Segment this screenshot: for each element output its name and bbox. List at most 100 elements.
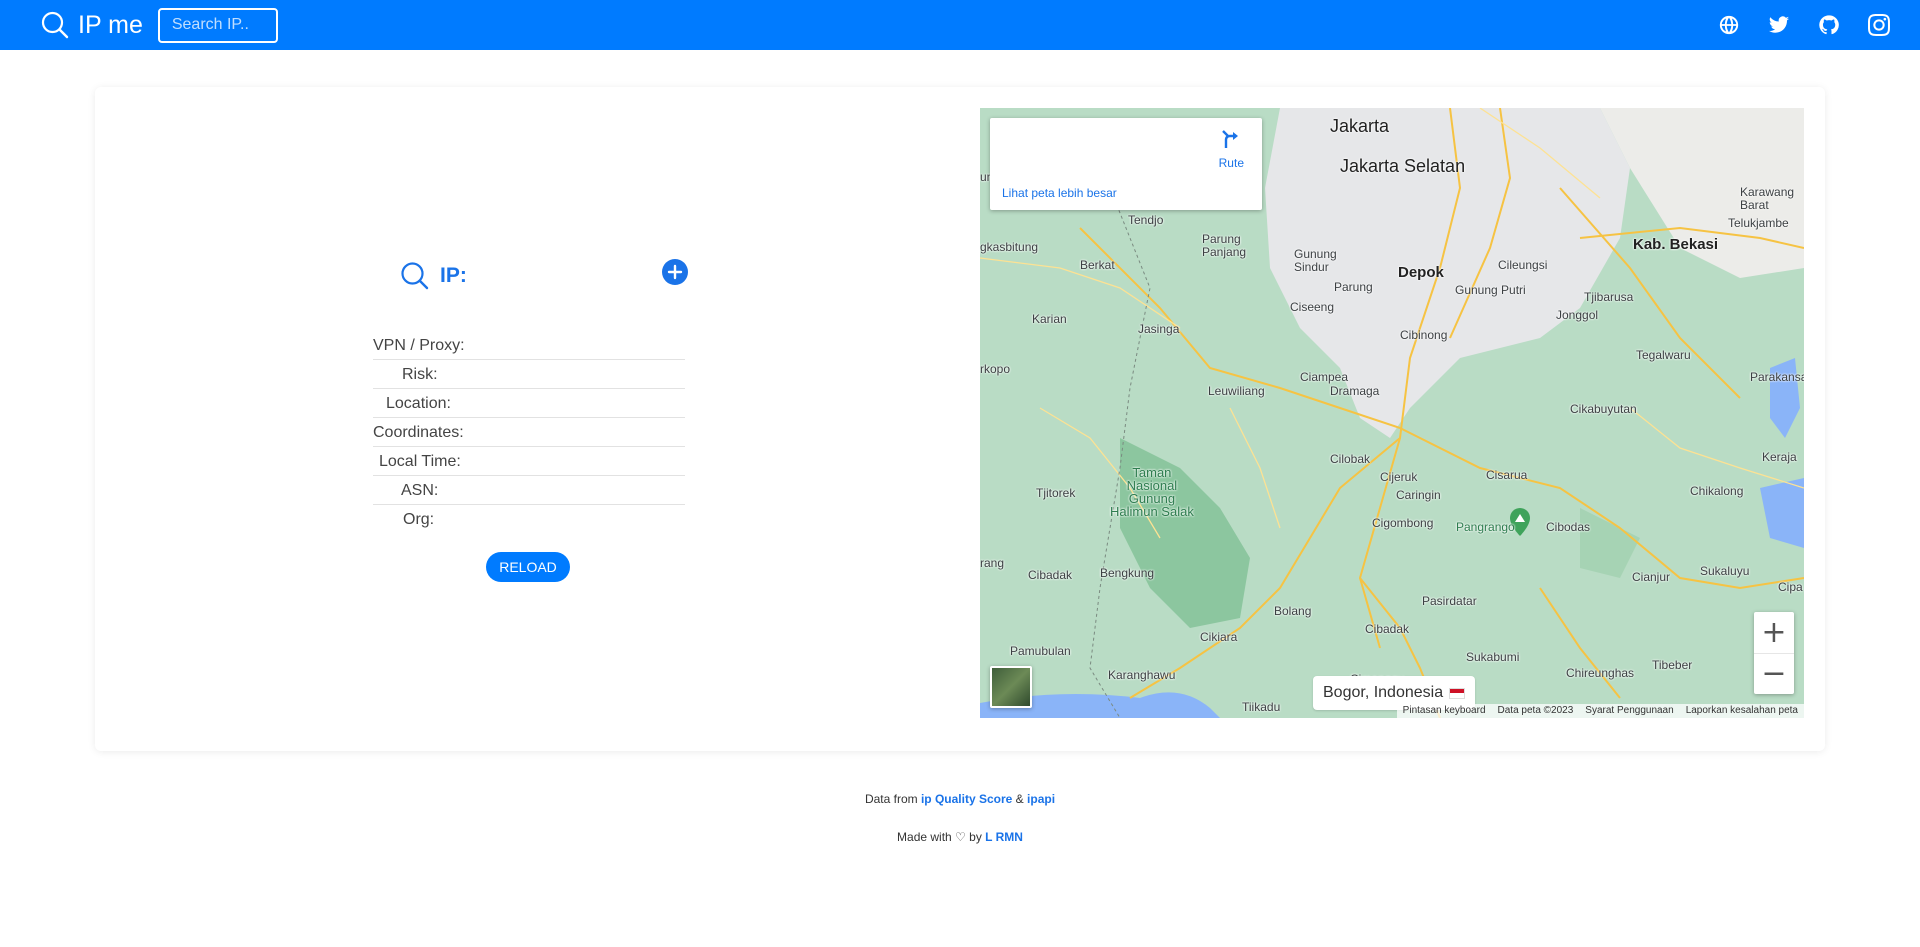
map-label-parung: Parung (1334, 280, 1373, 294)
map-label-sukaluyu: Sukaluyu (1700, 564, 1750, 578)
info-row-asn: ASN: (373, 476, 685, 505)
directions-icon[interactable] (1220, 128, 1242, 150)
ip-search-icon (401, 262, 429, 290)
terms-link[interactable]: Syarat Penggunaan (1585, 705, 1673, 717)
nav-icons (1690, 0, 1890, 50)
map-label-bolang: Bolang (1274, 604, 1312, 618)
github-icon[interactable] (1818, 14, 1840, 36)
zoom-in-button[interactable]: + (1754, 612, 1794, 653)
zoom-in-icon: + (1761, 614, 1787, 650)
map-label-cibadak-east: Cibadak (1365, 622, 1410, 636)
map-label-depok: Depok (1398, 264, 1444, 281)
route-link[interactable]: Rute (1219, 156, 1244, 170)
location-text: Bogor, Indonesia (1323, 684, 1444, 701)
map-label-jakarta-selatan: Jakarta Selatan (1340, 156, 1466, 176)
ipapi-link[interactable]: ipapi (1027, 792, 1055, 806)
plus-icon (667, 264, 683, 280)
footer-data-source: Data from ip Quality Score & ipapi (0, 792, 1920, 806)
map-label-jasinga: Jasinga (1138, 322, 1180, 336)
map-label-rang: rang (980, 556, 1005, 570)
map-label-tegalwaru: Tegalwaru (1636, 348, 1691, 362)
map-label-gkasbitung: gkasbitung (980, 240, 1039, 254)
location-label: Location: (386, 395, 451, 412)
map-label-karawang-barat: Karawang Barat (1740, 185, 1795, 212)
reload-button[interactable]: RELOAD (486, 552, 570, 582)
map-label-jonggol: Jonggol (1556, 308, 1599, 322)
coordinates-label: Coordinates: (373, 424, 464, 441)
map-label-tjitorek: Tjitorek (1036, 486, 1076, 500)
instagram-icon[interactable] (1868, 14, 1890, 36)
map-label-telukjambe: Telukjambe (1728, 216, 1789, 230)
info-row-location: Location: (373, 389, 685, 418)
map-label-parakansa: Parakansa (1750, 370, 1804, 384)
add-button[interactable] (662, 259, 688, 285)
report-error-link[interactable]: Laporkan kesalahan peta (1686, 705, 1798, 717)
zoom-out-button[interactable]: − (1754, 653, 1794, 694)
map-label-cianjur: Cianjur (1632, 570, 1671, 584)
map-label-tendjo: Tendjo (1128, 213, 1164, 227)
map-label-cisarua: Cisarua (1486, 468, 1528, 482)
map-data-text: Data peta ©2023 (1497, 705, 1574, 716)
map-embed[interactable]: Jakarta Jakarta Selatan Depok Kab. Bekas… (980, 108, 1804, 718)
footer-credit: Made with ♡ by L RMN (0, 830, 1920, 844)
map-label-cigombong: Cigombong (1372, 516, 1434, 530)
info-row-vpn: VPN / Proxy: (373, 331, 685, 360)
info-row-org: Org: (373, 505, 685, 534)
search-input[interactable] (157, 7, 278, 43)
map-label-gunung-putri: Gunung Putri (1455, 283, 1526, 297)
map-label-rkopo: rkopo (980, 362, 1011, 376)
map-label-keraja: Keraja (1762, 450, 1797, 464)
map-label-dramaga: Dramaga (1330, 384, 1380, 398)
map-label-karian: Karian (1032, 312, 1067, 326)
map-label-berkat: Berkat (1080, 258, 1115, 272)
globe-icon[interactable] (1718, 14, 1740, 36)
map-label-bengkung: Bengkung (1100, 566, 1155, 580)
keyboard-shortcuts-link[interactable]: Pintasan keyboard (1403, 705, 1486, 717)
map-label-chireunghas: Chireunghas (1566, 666, 1635, 680)
map-label-cijeruk: Cijeruk (1380, 470, 1418, 484)
map-label-sukabumi: Sukabumi (1466, 650, 1520, 664)
ip-header: IP: (400, 259, 690, 299)
map-label-pamubulan: Pamubulan (1010, 644, 1071, 658)
risk-label: Risk: (402, 366, 438, 383)
map-label-cipa: Cipa (1778, 580, 1803, 594)
navbar: IP me (0, 0, 1920, 50)
map-label-leuwiliang: Leuwiliang (1208, 384, 1265, 398)
author-link[interactable]: L RMN (985, 830, 1023, 844)
vpn-label: VPN / Proxy: (373, 337, 465, 354)
main-card: IP: VPN / Proxy: Risk: Location: Coordin… (95, 87, 1825, 751)
twitter-icon[interactable] (1768, 14, 1790, 36)
satellite-layer-toggle[interactable] (990, 666, 1032, 708)
bigger-map-link[interactable]: Lihat peta lebih besar (1002, 186, 1117, 200)
ip-title: IP: (440, 264, 467, 287)
map-label-pangrango: Pangrango (1456, 520, 1515, 534)
info-row-risk: Risk: (373, 360, 685, 389)
local-time-label: Local Time: (379, 453, 461, 470)
ampersand-text: & (1015, 792, 1024, 806)
map-label-cileungsi: Cileungsi (1498, 258, 1548, 272)
map-info-box: Rute Lihat peta lebih besar (990, 118, 1262, 210)
info-table: VPN / Proxy: Risk: Location: Coordinates… (373, 331, 685, 534)
map-label-caringin: Caringin (1396, 488, 1441, 502)
map-label-cibinong: Cibinong (1400, 328, 1448, 342)
brand-name: IP me (78, 10, 143, 39)
info-row-coordinates: Coordinates: (373, 418, 685, 447)
info-row-local-time: Local Time: (373, 447, 685, 476)
made-with-text: Made with ♡ by (897, 830, 982, 844)
map-label-karanghawu: Karanghawu (1108, 668, 1176, 682)
map-label-parung-panjang: Parung Panjang (1202, 232, 1247, 259)
ip-quality-score-link[interactable]: ip Quality Score (921, 792, 1012, 806)
map-label-ciampea: Ciampea (1300, 370, 1349, 384)
zoom-out-icon: − (1761, 656, 1787, 691)
asn-label: ASN: (401, 482, 439, 499)
map-label-kab-bekasi: Kab. Bekasi (1633, 236, 1719, 253)
map-label-park: Taman Nasional Gunung Halimun Salak (1110, 465, 1194, 519)
org-label: Org: (403, 511, 435, 528)
map-label-cibadak-west: Cibadak (1028, 568, 1073, 582)
brand-link[interactable]: IP me (41, 11, 143, 40)
map-label-cibodas: Cibodas (1546, 520, 1591, 534)
search-icon (41, 11, 69, 39)
map-label-jakarta: Jakarta (1330, 116, 1390, 136)
data-from-text: Data from (864, 792, 918, 806)
map-label-cikiara: Cikiara (1200, 630, 1238, 644)
